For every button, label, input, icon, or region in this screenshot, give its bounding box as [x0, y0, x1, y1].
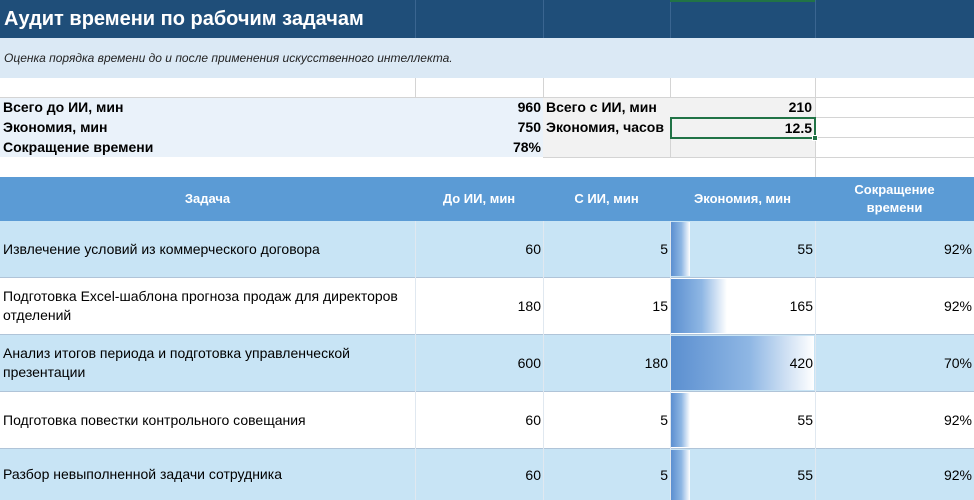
savings-cell[interactable]: 55: [670, 449, 813, 500]
savings-cell[interactable]: 55: [670, 392, 813, 448]
reduction-cell[interactable]: 70%: [815, 335, 972, 391]
selected-cell[interactable]: [670, 117, 816, 139]
savings-cell[interactable]: 420: [670, 335, 813, 391]
gridline: [670, 0, 671, 38]
after-cell[interactable]: 15: [543, 278, 668, 334]
total-before-label[interactable]: Всего до ИИ, мин: [3, 97, 123, 117]
before-cell[interactable]: 60: [415, 221, 541, 277]
task-cell[interactable]: Разбор невыполненной задачи сотрудника: [3, 449, 413, 500]
gridline: [815, 137, 974, 138]
task-cell[interactable]: Анализ итогов периода и подготовка управ…: [3, 335, 413, 391]
header-reduction-line1: Сокращение: [854, 182, 935, 197]
header-before[interactable]: До ИИ, мин: [415, 177, 543, 221]
after-cell[interactable]: 180: [543, 335, 668, 391]
reduction-cell[interactable]: 92%: [815, 221, 972, 277]
fill-handle[interactable]: [812, 135, 818, 141]
gridline: [415, 221, 416, 500]
column-selection-indicator: [670, 0, 815, 2]
header-reduction-line2: времени: [866, 200, 923, 215]
before-cell[interactable]: 60: [415, 449, 541, 500]
sheet-title[interactable]: Аудит времени по рабочим задачам: [4, 0, 364, 38]
header-after[interactable]: С ИИ, мин: [543, 177, 670, 221]
total-after-value[interactable]: 210: [672, 97, 812, 117]
gridline: [543, 157, 974, 158]
after-cell[interactable]: 5: [543, 392, 668, 448]
reduction-label[interactable]: Сокращение времени: [3, 137, 153, 157]
gridline: [543, 0, 544, 38]
gridline: [543, 221, 544, 500]
sheet-subtitle[interactable]: Оценка порядка времени до и после примен…: [4, 38, 453, 78]
after-cell[interactable]: 5: [543, 449, 668, 500]
after-cell[interactable]: 5: [543, 221, 668, 277]
before-cell[interactable]: 60: [415, 392, 541, 448]
header-savings[interactable]: Экономия, мин: [670, 177, 815, 221]
task-cell[interactable]: Извлечение условий из коммерческого дого…: [3, 221, 413, 277]
header-reduction[interactable]: Сокращение времени: [815, 177, 974, 221]
gridline: [670, 78, 671, 97]
reduction-cell[interactable]: 92%: [815, 278, 972, 334]
gridline: [543, 78, 544, 97]
gridline: [415, 0, 416, 38]
task-cell[interactable]: Подготовка Excel-шаблона прогноза продаж…: [3, 278, 413, 334]
gridline: [415, 78, 416, 97]
savings-min-value[interactable]: 750: [420, 117, 541, 137]
total-after-label[interactable]: Всего с ИИ, мин: [546, 97, 657, 117]
savings-cell[interactable]: 55: [670, 221, 813, 277]
reduction-cell[interactable]: 92%: [815, 392, 972, 448]
total-before-value[interactable]: 960: [420, 97, 541, 117]
gridline: [815, 117, 974, 118]
gridline: [815, 0, 816, 38]
gridline: [670, 137, 671, 157]
reduction-cell[interactable]: 92%: [815, 449, 972, 500]
before-cell[interactable]: 600: [415, 335, 541, 391]
before-cell[interactable]: 180: [415, 278, 541, 334]
gridline: [815, 221, 816, 500]
header-task[interactable]: Задача: [0, 177, 415, 221]
savings-cell[interactable]: 165: [670, 278, 813, 334]
task-cell[interactable]: Подготовка повестки контрольного совещан…: [3, 392, 413, 448]
reduction-value[interactable]: 78%: [420, 137, 541, 157]
gridline: [670, 221, 671, 500]
savings-min-label[interactable]: Экономия, мин: [3, 117, 108, 137]
savings-hours-label[interactable]: Экономия, часов: [546, 117, 664, 137]
